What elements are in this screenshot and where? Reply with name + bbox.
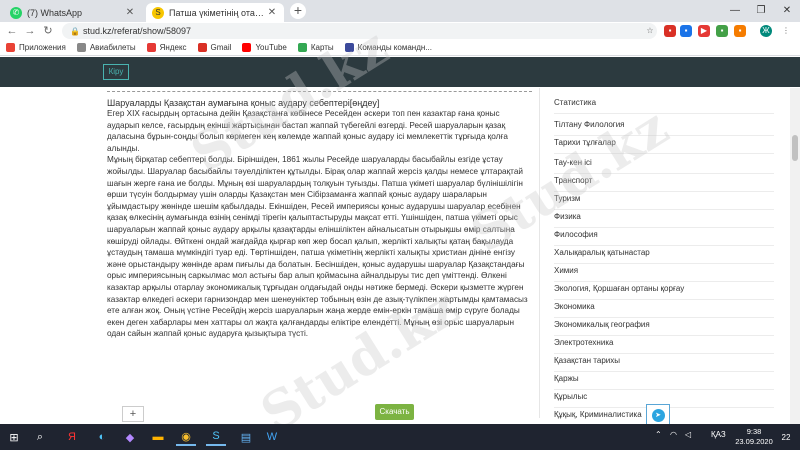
gmail-icon	[197, 43, 207, 52]
lock-icon: 🔒	[70, 27, 80, 36]
file-icon[interactable]: ▤	[236, 428, 256, 446]
yandex-browser-icon[interactable]: Я	[62, 428, 82, 446]
maps-icon	[297, 43, 307, 52]
search-icon[interactable]: ⌕	[30, 428, 50, 446]
language-indicator[interactable]: ҚАЗ	[711, 430, 726, 439]
reload-icon[interactable]: ↻	[40, 23, 56, 39]
visual-studio-icon[interactable]: ◆	[120, 428, 140, 446]
extension-icon-1[interactable]: ▪	[664, 25, 676, 37]
whatsapp-icon: ✆	[10, 6, 22, 19]
article-paragraph: Егер XIX ғасырдың ортасына дейін Қазақст…	[107, 109, 508, 153]
word-icon[interactable]: W	[262, 428, 282, 446]
apps-icon	[6, 43, 15, 52]
tray-chevron-icon[interactable]: ⌃	[655, 430, 662, 439]
extension-icon-2[interactable]: ▪	[680, 25, 692, 37]
volume-icon[interactable]: ◁	[685, 430, 691, 439]
minimize-icon[interactable]: —	[722, 0, 748, 22]
bookmark-maps[interactable]: Карты	[297, 43, 334, 52]
close-icon[interactable]: ✕	[266, 7, 278, 18]
extension-icon-5[interactable]: ▪	[734, 25, 746, 37]
bookmark-gmail[interactable]: Gmail	[197, 43, 231, 52]
plus-button[interactable]: +	[122, 406, 144, 422]
taskbar-clock[interactable]: 9:38 23.09.2020	[732, 427, 776, 447]
article-content: Шаруаларды Қазақстан аумағына қоныс ауда…	[107, 88, 532, 418]
close-icon[interactable]: ✕	[124, 7, 136, 18]
tab-title: (7) WhatsApp	[27, 7, 83, 18]
divider	[107, 91, 532, 92]
windows-start-icon[interactable]: ⊞	[4, 428, 24, 446]
skype-icon[interactable]: S	[206, 428, 226, 446]
bookmark-youtube[interactable]: YouTube	[242, 43, 287, 52]
category-sidebar: Статистика Тілтану Филология Тарихи тұлғ…	[539, 88, 784, 419]
extension-icon-4[interactable]: ▪	[716, 25, 728, 37]
profile-avatar[interactable]: Ж	[760, 25, 772, 37]
bookmark-commands[interactable]: Команды командн...	[344, 43, 432, 52]
notification-badge[interactable]: 22	[776, 428, 796, 446]
edge-icon[interactable]: ◐	[92, 428, 112, 446]
download-button[interactable]: Скачать	[375, 404, 414, 420]
sidebar-item[interactable]: Статистика	[554, 92, 774, 114]
url-text: stud.kz/referat/show/58097	[83, 26, 192, 36]
star-icon[interactable]: ☆	[644, 25, 656, 37]
yandex-icon	[146, 43, 156, 52]
commands-icon	[344, 43, 354, 52]
bookmark-apps[interactable]: Приложения	[6, 43, 66, 52]
telegram-button[interactable]: ➤	[646, 404, 670, 426]
windows-taskbar: ⊞ ⌕ Я ◐ ◆ ▬ ◉ S ▤ W ⌃ ◠ ◁ ҚАЗ 22	[0, 424, 800, 450]
address-bar[interactable]: 🔒 stud.kz/referat/show/58097	[62, 23, 657, 39]
chrome-icon[interactable]: ◉	[176, 428, 196, 446]
extension-icon-3[interactable]: ▶	[698, 25, 710, 37]
window-close-icon[interactable]: ✕	[774, 0, 800, 22]
new-tab-button[interactable]: +	[290, 3, 306, 19]
bookmark-aviabilety[interactable]: Авиабилеты	[76, 43, 136, 52]
plane-icon	[76, 43, 86, 52]
tab-title: Патша үкіметінің отаршылдық	[169, 7, 266, 18]
telegram-icon: ➤	[651, 408, 665, 422]
file-explorer-icon[interactable]: ▬	[148, 428, 168, 446]
login-button[interactable]: Кіру	[103, 64, 129, 80]
article-heading: Шаруаларды Қазақстан аумағына қоныс ауда…	[107, 98, 380, 108]
forward-arrow-icon[interactable]: →	[22, 23, 38, 39]
back-arrow-icon[interactable]: ←	[4, 23, 20, 39]
clock-date: 23.09.2020	[735, 437, 773, 446]
scrollbar-thumb[interactable]	[792, 135, 798, 161]
article-paragraph: Мұның бірқатар себептері болды. Біріншід…	[107, 155, 528, 339]
tab-stud-article[interactable]: S Патша үкіметінің отаршылдық ✕	[146, 3, 284, 22]
wifi-icon[interactable]: ◠	[670, 430, 677, 439]
browser-toolbar: ← → ↻ 🔒 stud.kz/referat/show/58097 ☆ ▪ ▪…	[0, 22, 800, 40]
stud-icon: S	[152, 6, 164, 19]
bookmarks-bar: Приложения Авиабилеты Яндекс Gmail YouTu…	[0, 40, 800, 56]
menu-dots-icon[interactable]: ⋮	[780, 25, 792, 37]
browser-tab-strip: ✆ (7) WhatsApp ✕ S Патша үкіметінің отар…	[0, 0, 800, 22]
youtube-icon	[242, 43, 252, 52]
tab-whatsapp[interactable]: ✆ (7) WhatsApp ✕	[4, 3, 142, 22]
maximize-icon[interactable]: ❐	[748, 0, 774, 22]
sidebar-item[interactable]: Тарихи тұлғалар	[554, 132, 774, 154]
clock-time: 9:38	[746, 427, 762, 436]
bookmark-yandex[interactable]: Яндекс	[146, 43, 187, 52]
